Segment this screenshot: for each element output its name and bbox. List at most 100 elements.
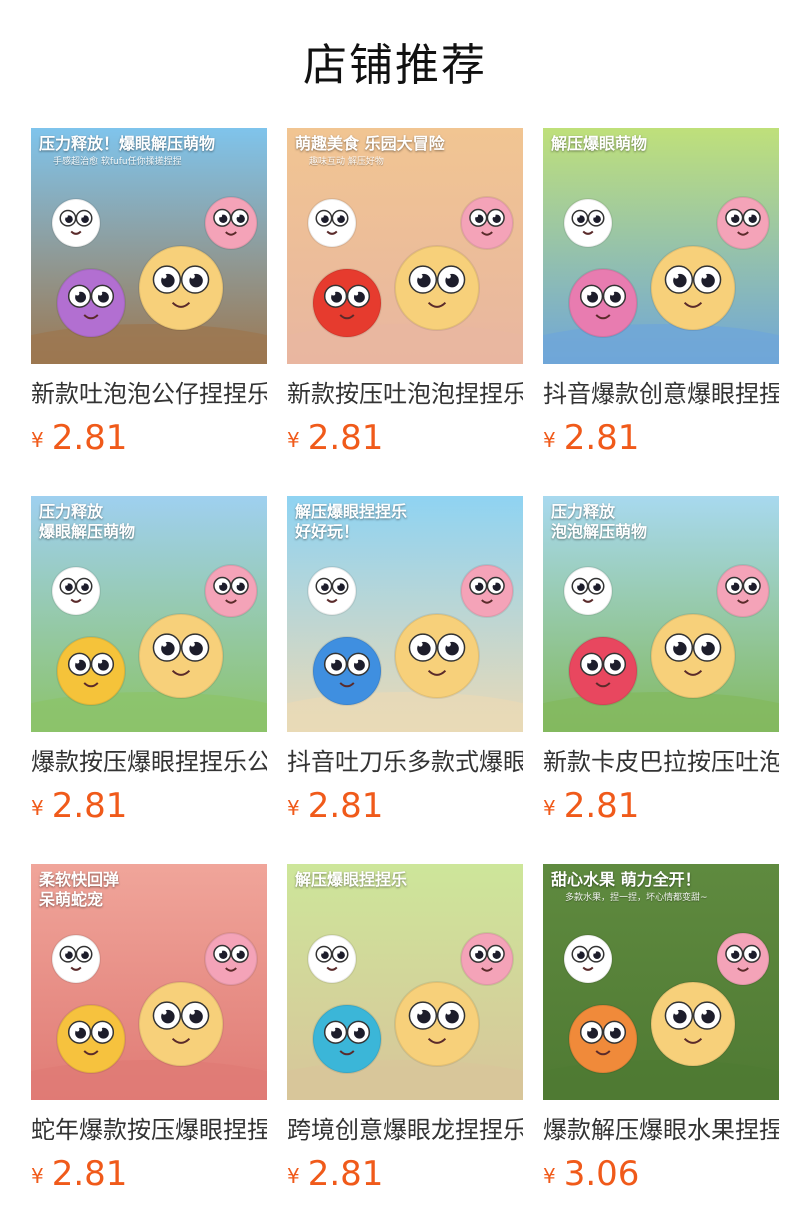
- product-card[interactable]: 解压爆眼捏捏乐 好好玩！ 抖音吐刀乐多款式爆眼捏捏 ¥2.81: [287, 496, 523, 864]
- product-title[interactable]: 抖音爆款创意爆眼捏捏乐: [543, 378, 779, 410]
- toy-figure: [312, 636, 382, 706]
- product-card[interactable]: 甜心水果 萌力全开！ 多款水果，捏一捏，坏心情都变甜~ 爆款解压爆眼水果捏捏乐 ¥3.…: [543, 864, 779, 1232]
- product-title[interactable]: 爆款解压爆眼水果捏捏乐: [543, 1114, 779, 1146]
- product-price: ¥2.81: [287, 1154, 523, 1194]
- toy-figure: [460, 932, 514, 986]
- product-title[interactable]: 跨境创意爆眼龙捏捏乐: [287, 1114, 523, 1146]
- price-amount: 2.81: [51, 418, 128, 458]
- product-price: ¥3.06: [543, 1154, 779, 1194]
- toy-figure: [307, 566, 357, 616]
- price-amount: 3.06: [563, 1154, 640, 1194]
- toy-figure: [716, 196, 770, 250]
- product-card[interactable]: 压力释放！爆眼解压萌物手感超治愈 软fufu任你揉搓捏捏新款吐泡泡公仔捏捏乐 ¥2…: [31, 128, 267, 496]
- currency-symbol: ¥: [31, 428, 44, 452]
- currency-symbol: ¥: [287, 1164, 300, 1188]
- product-image[interactable]: 萌趣美食 乐园大冒险趣味互动 解压好物: [287, 128, 523, 364]
- toy-figure: [568, 268, 638, 338]
- toy-figure: [56, 636, 126, 706]
- toy-figure: [307, 198, 357, 248]
- product-card[interactable]: 解压爆眼萌物抖音爆款创意爆眼捏捏乐 ¥2.81: [543, 128, 779, 496]
- toy-figure: [204, 196, 258, 250]
- currency-symbol: ¥: [543, 796, 556, 820]
- product-image[interactable]: 解压爆眼萌物: [543, 128, 779, 364]
- image-caption: 萌趣美食 乐园大冒险: [295, 134, 445, 153]
- toy-figure: [138, 245, 224, 331]
- product-card[interactable]: 柔软快回弹 呆萌蛇宠蛇年爆款按压爆眼捏捏乐 ¥2.81: [31, 864, 267, 1232]
- product-image[interactable]: 解压爆眼捏捏乐: [287, 864, 523, 1100]
- price-amount: 2.81: [563, 418, 640, 458]
- product-price: ¥2.81: [31, 1154, 267, 1194]
- price-amount: 2.81: [563, 786, 640, 826]
- image-caption: 解压爆眼萌物: [551, 134, 648, 153]
- toy-figure: [138, 613, 224, 699]
- product-grid: 压力释放！爆眼解压萌物手感超治愈 软fufu任你揉搓捏捏新款吐泡泡公仔捏捏乐 ¥2…: [31, 128, 779, 1232]
- price-amount: 2.81: [307, 418, 384, 458]
- image-caption: 压力释放 泡泡解压萌物: [551, 502, 648, 541]
- product-image[interactable]: 甜心水果 萌力全开！ 多款水果，捏一捏，坏心情都变甜~: [543, 864, 779, 1100]
- product-price: ¥2.81: [543, 786, 779, 826]
- price-amount: 2.81: [51, 1154, 128, 1194]
- product-image[interactable]: 柔软快回弹 呆萌蛇宠: [31, 864, 267, 1100]
- toy-figure: [51, 198, 101, 248]
- currency-symbol: ¥: [287, 428, 300, 452]
- toy-figure: [307, 934, 357, 984]
- product-card[interactable]: 解压爆眼捏捏乐跨境创意爆眼龙捏捏乐 ¥2.81: [287, 864, 523, 1232]
- toy-figure: [650, 613, 736, 699]
- image-subcaption: 多款水果，捏一捏，坏心情都变甜~: [565, 893, 708, 903]
- toy-figure: [204, 564, 258, 618]
- toy-figure: [563, 934, 613, 984]
- section-title: 店铺推荐: [303, 40, 487, 91]
- product-title[interactable]: 新款卡皮巴拉按压吐泡泡: [543, 746, 779, 778]
- product-card[interactable]: 压力释放 爆眼解压萌物爆款按压爆眼捏捏乐公仔 ¥2.81: [31, 496, 267, 864]
- image-caption: 柔软快回弹 呆萌蛇宠: [39, 870, 120, 909]
- product-price: ¥2.81: [31, 418, 267, 458]
- image-caption: 解压爆眼捏捏乐: [295, 870, 408, 889]
- image-caption: 压力释放！爆眼解压萌物: [39, 134, 216, 153]
- product-title[interactable]: 蛇年爆款按压爆眼捏捏乐: [31, 1114, 267, 1146]
- image-subcaption: 趣味互动 解压好物: [309, 157, 384, 167]
- currency-symbol: ¥: [543, 428, 556, 452]
- toy-figure: [51, 934, 101, 984]
- toy-figure: [716, 564, 770, 618]
- toy-figure: [312, 268, 382, 338]
- toy-figure: [650, 981, 736, 1067]
- image-subcaption: 手感超治愈 软fufu任你揉搓捏捏: [53, 157, 182, 167]
- image-caption: 甜心水果 萌力全开！: [551, 870, 701, 889]
- product-title[interactable]: 爆款按压爆眼捏捏乐公仔: [31, 746, 267, 778]
- toy-figure: [312, 1004, 382, 1074]
- product-image[interactable]: 解压爆眼捏捏乐 好好玩！: [287, 496, 523, 732]
- price-amount: 2.81: [307, 786, 384, 826]
- image-caption: 解压爆眼捏捏乐 好好玩！: [295, 502, 408, 541]
- currency-symbol: ¥: [31, 1164, 44, 1188]
- toy-figure: [568, 636, 638, 706]
- toy-figure: [56, 1004, 126, 1074]
- toy-figure: [568, 1004, 638, 1074]
- toy-figure: [563, 566, 613, 616]
- toy-figure: [394, 245, 480, 331]
- product-image[interactable]: 压力释放！爆眼解压萌物手感超治愈 软fufu任你揉搓捏捏: [31, 128, 267, 364]
- price-amount: 2.81: [307, 1154, 384, 1194]
- product-price: ¥2.81: [543, 418, 779, 458]
- toy-figure: [394, 613, 480, 699]
- product-title[interactable]: 新款吐泡泡公仔捏捏乐: [31, 378, 267, 410]
- product-title[interactable]: 新款按压吐泡泡捏捏乐: [287, 378, 523, 410]
- price-amount: 2.81: [51, 786, 128, 826]
- product-card[interactable]: 压力释放 泡泡解压萌物新款卡皮巴拉按压吐泡泡 ¥2.81: [543, 496, 779, 864]
- toy-figure: [204, 932, 258, 986]
- product-title[interactable]: 抖音吐刀乐多款式爆眼捏捏: [287, 746, 523, 778]
- product-image-art: [543, 128, 779, 364]
- toy-figure: [138, 981, 224, 1067]
- currency-symbol: ¥: [543, 1164, 556, 1188]
- product-image[interactable]: 压力释放 爆眼解压萌物: [31, 496, 267, 732]
- product-image[interactable]: 压力释放 泡泡解压萌物: [543, 496, 779, 732]
- toy-figure: [650, 245, 736, 331]
- toy-figure: [563, 198, 613, 248]
- product-price: ¥2.81: [287, 418, 523, 458]
- product-image-art: [287, 864, 523, 1100]
- toy-figure: [56, 268, 126, 338]
- toy-figure: [460, 196, 514, 250]
- image-caption: 压力释放 爆眼解压萌物: [39, 502, 136, 541]
- currency-symbol: ¥: [287, 796, 300, 820]
- product-price: ¥2.81: [31, 786, 267, 826]
- product-card[interactable]: 萌趣美食 乐园大冒险趣味互动 解压好物新款按压吐泡泡捏捏乐 ¥2.81: [287, 128, 523, 496]
